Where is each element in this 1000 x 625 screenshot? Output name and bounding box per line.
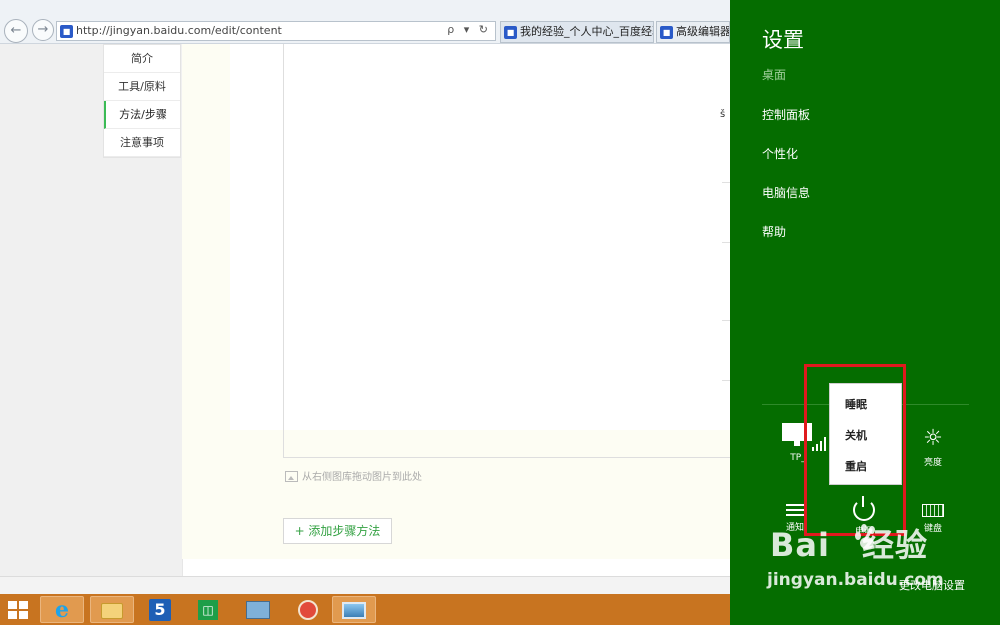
editor-divider xyxy=(722,182,730,183)
baidu-favicon-icon: ■ xyxy=(504,26,517,39)
image-drop-hint[interactable]: 从右侧图库拖动图片到此处 xyxy=(285,468,422,483)
tab-label: 我的经验_个人中心_百度经验 xyxy=(520,25,654,38)
forward-arrow-icon[interactable]: → xyxy=(32,19,54,41)
control-panel-link[interactable]: 控制面板 xyxy=(762,106,810,123)
internet-explorer-icon[interactable]: e xyxy=(40,596,84,623)
editor-divider xyxy=(722,320,730,321)
editor-divider xyxy=(722,380,730,381)
photo-viewer-icon[interactable] xyxy=(332,596,376,623)
search-refresh-icons[interactable]: ρ ▾ ↻ xyxy=(447,23,491,36)
page-bottom-bar xyxy=(0,576,730,594)
image-icon xyxy=(285,471,298,482)
app-5-icon[interactable]: 5 xyxy=(138,596,182,623)
browser-toolbar: ← → ■ http://jingyan.baidu.com/edit/cont… xyxy=(0,0,730,44)
tab-my-experience[interactable]: ■ 我的经验_个人中心_百度经验 xyxy=(500,21,654,43)
change-pc-settings-link[interactable]: 更改电脑设置 xyxy=(899,577,965,593)
url-text: http://jingyan.baidu.com/edit/content xyxy=(76,24,282,37)
watermark-logo: Bai 经验 xyxy=(770,526,928,564)
brightness-quick-setting[interactable]: ☼ 亮度 xyxy=(910,426,956,468)
settings-subtitle: 桌面 xyxy=(762,68,787,82)
stray-character: š xyxy=(720,109,726,120)
address-bar[interactable]: ■ http://jingyan.baidu.com/edit/content … xyxy=(56,21,496,41)
baidu-favicon-icon: ■ xyxy=(60,25,73,38)
windows-start-icon[interactable] xyxy=(8,601,28,619)
section-nav-item-intro[interactable]: 简介 xyxy=(104,45,180,73)
section-nav: 简介 工具/原料 方法/步骤 注意事项 xyxy=(103,44,181,158)
baidu-favicon-icon: ■ xyxy=(660,26,673,39)
settings-title: 设置 xyxy=(762,28,804,52)
step-editor-box[interactable] xyxy=(283,44,730,458)
section-nav-item-steps[interactable]: 方法/步骤 xyxy=(104,101,180,129)
drop-hint-text: 从右侧图库拖动图片到此处 xyxy=(302,472,422,483)
section-nav-item-tools[interactable]: 工具/原料 xyxy=(104,73,180,101)
taskbar: e 5 ◫ xyxy=(0,594,730,625)
annotation-highlight-box xyxy=(804,364,906,536)
section-nav-item-notes[interactable]: 注意事项 xyxy=(104,129,180,157)
personalize-link[interactable]: 个性化 xyxy=(762,145,798,162)
network-icon[interactable] xyxy=(236,596,280,623)
editor-divider xyxy=(722,242,730,243)
help-link[interactable]: 帮助 xyxy=(762,223,786,240)
baidu-paw-icon xyxy=(853,524,879,550)
store-icon[interactable]: ◫ xyxy=(186,596,230,623)
keyboard-icon xyxy=(922,504,944,517)
brightness-icon: ☼ xyxy=(923,426,943,451)
add-step-button[interactable]: + 添加步骤方法 xyxy=(283,518,392,544)
pc-info-link[interactable]: 电脑信息 xyxy=(762,184,810,201)
notifications-icon xyxy=(786,504,804,516)
tool-icon[interactable] xyxy=(286,596,330,623)
back-arrow-icon[interactable]: ← xyxy=(4,19,28,43)
brightness-label: 亮度 xyxy=(923,458,942,468)
file-explorer-icon[interactable] xyxy=(90,596,134,623)
tab-advanced-editor[interactable]: ■ 高级编辑器_百 xyxy=(656,21,730,43)
tab-label: 高级编辑器_百 xyxy=(676,25,730,38)
